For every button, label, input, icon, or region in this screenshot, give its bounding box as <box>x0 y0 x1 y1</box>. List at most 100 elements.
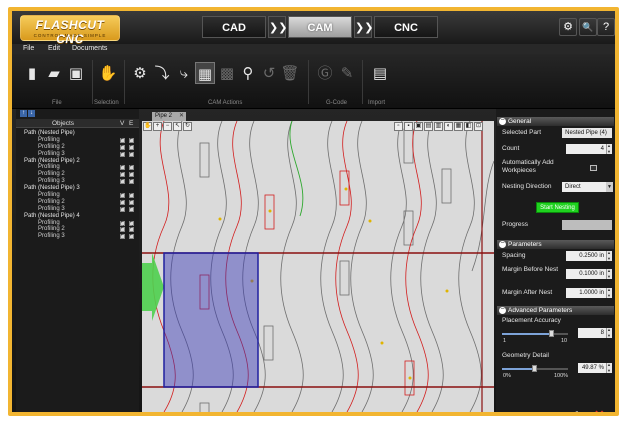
menu-documents[interactable]: Documents <box>72 45 107 52</box>
nesting-direction-select[interactable]: Direct <box>562 182 606 192</box>
tree-item-label: Profiling <box>38 219 60 226</box>
close-tab-icon[interactable]: ✕ <box>179 112 184 121</box>
geometry-detail-slider[interactable] <box>502 365 568 372</box>
array-icon[interactable]: ▩ <box>217 62 237 84</box>
cam-mode-button[interactable]: CAM <box>288 16 352 38</box>
tab-pipe-2[interactable]: Pipe 2 ✕ <box>152 112 186 121</box>
placement-accuracy-stepper[interactable] <box>606 327 612 338</box>
spacing-stepper[interactable] <box>606 250 612 261</box>
tree-item-label: Profiling <box>38 164 60 171</box>
import-file-icon[interactable]: ▤ <box>370 62 390 84</box>
advanced-heading: Advanced Parameters <box>508 307 573 314</box>
cnc-mode-button[interactable]: CNC <box>374 16 438 38</box>
help-icon[interactable]: ? <box>597 18 615 36</box>
select-pointer-icon[interactable]: ✋ <box>98 62 118 84</box>
pan-icon[interactable]: ✋ <box>143 122 152 131</box>
cancel-x-icon[interactable]: ✖ <box>593 407 606 412</box>
view-tool-icon[interactable]: ▣ <box>414 122 423 131</box>
enabled-checkbox[interactable] <box>129 177 134 185</box>
placement-accuracy-input[interactable]: 8 <box>578 328 606 338</box>
geometry-detail-thumb[interactable] <box>532 365 538 372</box>
cut-path <box>405 121 429 412</box>
nesting-icon[interactable]: ▦ <box>195 62 215 84</box>
count-stepper[interactable] <box>606 143 612 154</box>
settings-gear-icon[interactable]: ⚙ <box>559 18 577 36</box>
tree-header-enabled: E <box>129 120 134 127</box>
save-icon[interactable]: ▣ <box>66 62 86 84</box>
view-tool-icon[interactable]: ▪ <box>404 122 413 131</box>
zoom-in-icon[interactable]: + <box>153 122 162 131</box>
selected-part-field[interactable]: Nested Pipe (4) <box>562 128 612 138</box>
enabled-checkbox[interactable] <box>129 232 134 240</box>
ribbon-group-selection: Selection <box>94 100 119 106</box>
lead-in-icon[interactable]: ⤵ <box>152 62 172 84</box>
flashcut-logo: FLASHCUT CNC CONTROL MADE SIMPLE <box>20 15 120 46</box>
view-tool-icon[interactable]: ▫ <box>394 122 403 131</box>
placement-accuracy-thumb[interactable] <box>549 330 555 337</box>
margin-before-stepper[interactable] <box>606 268 612 279</box>
zoom-out-icon[interactable]: − <box>163 122 172 131</box>
parameters-section-header[interactable]: − Parameters <box>497 240 614 249</box>
spacing-input[interactable]: 0.2500 in <box>566 251 606 261</box>
open-folder-icon[interactable]: ▰ <box>44 62 64 84</box>
tree-operation-item[interactable]: Profiling 3 <box>16 232 139 240</box>
margin-before-label: Margin Before Nest <box>502 266 558 273</box>
search-icon[interactable]: 🔍 <box>579 18 597 36</box>
chevron-down-icon[interactable]: ▼ <box>606 182 613 192</box>
tree-operation-item[interactable]: Profiling 3 <box>16 177 139 185</box>
delete-icon[interactable]: 🗑 <box>280 62 300 84</box>
tab-insert-icon[interactable]: ⤷ <box>174 62 194 84</box>
margin-before-input[interactable]: 0.1000 in <box>566 269 606 279</box>
rotate-view-icon[interactable]: ↻ <box>183 122 192 131</box>
ribbon-group-file: File <box>52 100 62 106</box>
enabled-checkbox[interactable] <box>129 150 134 157</box>
tree-item-label: Profiling 3 <box>38 233 65 240</box>
ribbon-group-import: Import <box>368 100 386 106</box>
start-nesting-button[interactable]: Start Nesting <box>536 202 579 213</box>
tree-item-label: Path (Nested Pipe) 2 <box>24 157 80 164</box>
visible-checkbox[interactable] <box>120 205 125 212</box>
view-tool-icon[interactable]: ⊡ <box>474 122 483 131</box>
tree-operation-item[interactable]: Profiling 3 <box>16 150 139 158</box>
sort-up-icon[interactable]: ↑ <box>20 110 27 117</box>
visible-checkbox[interactable] <box>120 232 125 240</box>
general-section-header[interactable]: − General <box>497 117 614 126</box>
new-file-icon[interactable]: ▮ <box>22 62 42 84</box>
count-input[interactable]: 4 <box>566 144 606 154</box>
margin-after-input[interactable]: 1.0000 in <box>566 288 606 298</box>
visible-checkbox[interactable] <box>120 177 125 185</box>
menu-file[interactable]: File <box>23 45 34 52</box>
view-tool-icon[interactable]: ▤ <box>424 122 433 131</box>
view-tool-icon[interactable]: ▦ <box>454 122 463 131</box>
lead-marker <box>344 187 348 191</box>
collapse-icon: − <box>499 306 506 314</box>
toolpath-settings-icon[interactable]: ⚙ <box>130 62 150 84</box>
visible-checkbox[interactable] <box>120 150 125 157</box>
auto-add-checkbox[interactable] <box>590 165 597 171</box>
geometry-detail-input[interactable]: 49.87 % <box>578 363 606 373</box>
auto-add-label: Automatically Add Workpieces <box>502 159 554 174</box>
menu-edit[interactable]: Edit <box>48 45 60 52</box>
chevron-icon: ❯❯ <box>354 16 373 38</box>
pipe-outline <box>420 121 444 412</box>
gcode-generate-icon[interactable]: Ⓖ <box>315 62 335 84</box>
gcode-edit-icon[interactable]: ✎ <box>337 62 357 84</box>
view-tool-icon[interactable]: ▥ <box>434 122 443 131</box>
reverse-icon[interactable]: ↺ <box>259 62 279 84</box>
view-tool-icon[interactable]: ◐ <box>444 122 453 131</box>
advanced-section-header[interactable]: − Advanced Parameters <box>497 306 614 315</box>
pointer-icon[interactable]: ↖ <box>173 122 182 131</box>
placement-accuracy-slider[interactable] <box>502 330 568 337</box>
geometry-detail-stepper[interactable] <box>606 362 612 373</box>
ok-checkmark-icon[interactable]: ✔ <box>568 408 580 412</box>
margin-after-stepper[interactable] <box>606 287 612 298</box>
nesting-canvas[interactable]: ✋ + − ↖ ↻ ▫ ▪ ▣ ▤ ▥ ◐ ▦ ◧ ⊡ <box>142 121 494 412</box>
enabled-checkbox[interactable] <box>129 205 134 212</box>
cad-mode-button[interactable]: CAD <box>202 16 266 38</box>
sequence-icon[interactable]: ⚲ <box>238 62 258 84</box>
collapse-icon: − <box>499 117 506 125</box>
view-tool-icon[interactable]: ◧ <box>464 122 473 131</box>
sort-down-icon[interactable]: ↓ <box>28 110 35 117</box>
geometry-detail-label: Geometry Detail <box>502 352 549 359</box>
tree-operation-item[interactable]: Profiling 3 <box>16 205 139 213</box>
